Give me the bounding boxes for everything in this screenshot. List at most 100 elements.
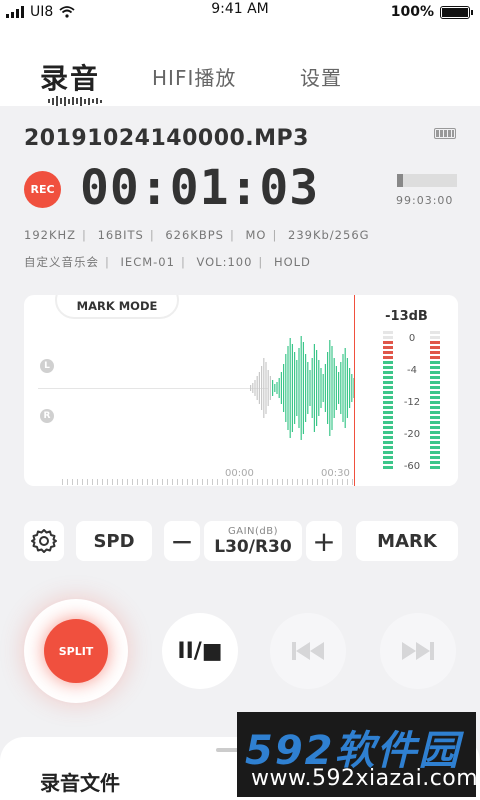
meter-segment bbox=[383, 341, 393, 344]
meter-bar-right bbox=[430, 331, 440, 474]
gain-label: GAIN(dB) bbox=[227, 525, 279, 537]
meter-segment bbox=[430, 401, 440, 404]
meter-segment bbox=[383, 386, 393, 389]
meter-segment bbox=[383, 376, 393, 379]
waveform-bar bbox=[250, 385, 252, 391]
gain-decrease-button[interactable]: − bbox=[164, 521, 200, 561]
waveform-bar bbox=[324, 364, 326, 412]
meter-segment bbox=[430, 396, 440, 399]
meter-segment bbox=[383, 416, 393, 419]
waveform-bar bbox=[269, 376, 271, 400]
waveform-bar bbox=[298, 348, 300, 428]
previous-button[interactable] bbox=[270, 613, 346, 689]
top-tabs: 录音 HIFI播放 设置 bbox=[0, 26, 480, 106]
waveform-bar bbox=[258, 372, 260, 404]
meter-segment bbox=[383, 441, 393, 444]
waveform-bar bbox=[351, 374, 353, 402]
waveform-bar bbox=[272, 380, 274, 396]
meter-segment bbox=[430, 351, 440, 354]
split-button[interactable]: SPLIT bbox=[44, 619, 108, 683]
file-name: 20191024140000.MP3 bbox=[24, 126, 309, 151]
file-info: 20191024140000.MP3 bbox=[24, 126, 464, 151]
waveform-bar bbox=[338, 372, 340, 404]
tab-hifi-play[interactable]: HIFI播放 bbox=[152, 62, 236, 91]
meter-segment bbox=[430, 366, 440, 369]
pause-stop-button[interactable]: II/■ bbox=[162, 613, 238, 689]
waveform-bar bbox=[280, 372, 282, 404]
specs-line-2: 自定义音乐会 | IECM-01 | VOL:100 | HOLD bbox=[24, 255, 311, 269]
elapsed-timer: 00:01:03 bbox=[80, 160, 320, 216]
mark-button[interactable]: MARK bbox=[356, 521, 458, 561]
gear-icon bbox=[31, 529, 57, 553]
status-right: 100% bbox=[391, 4, 473, 20]
waveform-bar bbox=[263, 358, 265, 418]
meter-segment bbox=[383, 451, 393, 454]
meter-segment bbox=[430, 441, 440, 444]
waveform-bar bbox=[329, 340, 331, 436]
spec-mic: IECM-01 bbox=[120, 255, 175, 269]
battery-icon bbox=[440, 5, 473, 19]
meter-level-value: -13dB bbox=[385, 309, 428, 324]
waveform-bar bbox=[287, 346, 289, 430]
waveform-bar bbox=[340, 362, 342, 414]
timeline-ticks bbox=[62, 479, 354, 485]
waveform-bar bbox=[289, 338, 291, 438]
meter-segment bbox=[430, 331, 440, 334]
waveform-bar bbox=[291, 344, 293, 432]
settings-button[interactable] bbox=[24, 521, 64, 561]
meter-segment bbox=[383, 461, 393, 464]
skip-previous-icon bbox=[292, 642, 324, 660]
meter-segment bbox=[430, 431, 440, 434]
time-mark-end: 00:30 bbox=[321, 468, 350, 479]
device-battery-icon bbox=[434, 128, 456, 139]
meter-segment bbox=[383, 331, 393, 334]
meter-segment bbox=[430, 371, 440, 374]
gain-value: L30/R30 bbox=[214, 536, 292, 557]
waveform-bar bbox=[327, 352, 329, 424]
waveform-bar bbox=[254, 380, 256, 396]
meter-segment bbox=[430, 466, 440, 469]
spec-channel-mode: MO bbox=[245, 228, 267, 242]
meter-segment bbox=[430, 361, 440, 364]
control-row: SPD − GAIN(dB) L30/R30 + MARK bbox=[0, 521, 480, 561]
time-mark-start: 00:00 bbox=[225, 468, 254, 479]
meter-segment bbox=[383, 336, 393, 339]
waveform-graph bbox=[250, 336, 354, 440]
waveform-bar bbox=[300, 336, 302, 440]
rec-badge: REC bbox=[24, 171, 61, 208]
spec-preset: 自定义音乐会 bbox=[24, 255, 99, 269]
meter-segment bbox=[430, 411, 440, 414]
meter-segment bbox=[383, 391, 393, 394]
tab-settings[interactable]: 设置 bbox=[300, 62, 342, 91]
skip-next-icon bbox=[402, 642, 434, 660]
waveform-bar bbox=[302, 342, 304, 434]
waveform-bar bbox=[285, 354, 287, 422]
meter-segment bbox=[383, 361, 393, 364]
waveform-bar bbox=[311, 358, 313, 418]
waveform-bar bbox=[318, 360, 320, 416]
next-button[interactable] bbox=[380, 613, 456, 689]
mark-mode-toggle[interactable]: MARK MODE bbox=[55, 295, 179, 319]
storage-progress-fill bbox=[397, 174, 403, 187]
gain-increase-button[interactable]: + bbox=[306, 521, 342, 561]
tab-record[interactable]: 录音 bbox=[40, 57, 100, 97]
spec-bitrate: 626KBPS bbox=[165, 228, 224, 242]
meter-segment bbox=[430, 416, 440, 419]
meter-segment bbox=[430, 381, 440, 384]
watermark-logo: 592软件园 www.592xiazai.com bbox=[237, 712, 478, 797]
meter-segment bbox=[430, 356, 440, 359]
meter-segment bbox=[383, 446, 393, 449]
meter-segment bbox=[383, 411, 393, 414]
meter-segment bbox=[383, 346, 393, 349]
waveform-bar bbox=[296, 360, 298, 416]
speed-button[interactable]: SPD bbox=[76, 521, 152, 561]
meter-segment bbox=[430, 421, 440, 424]
gain-display: GAIN(dB) L30/R30 bbox=[204, 521, 302, 561]
meter-segment bbox=[430, 391, 440, 394]
meter-segment bbox=[383, 371, 393, 374]
meter-segment bbox=[383, 366, 393, 369]
specs-line-1: 192KHZ | 16BITS | 626KBPS | MO | 239Kb/256G bbox=[24, 228, 370, 242]
meter-segment bbox=[430, 341, 440, 344]
meter-bar-left bbox=[383, 331, 393, 474]
meter-segment bbox=[430, 446, 440, 449]
